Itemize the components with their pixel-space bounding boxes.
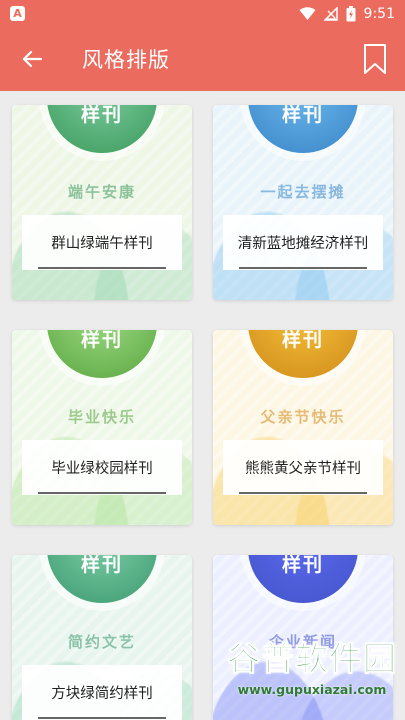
back-button[interactable] [0, 27, 64, 91]
card-subtitle: 端午安康 [67, 183, 136, 201]
template-card[interactable]: 样刊 父亲节快乐 熊熊黄父亲节样刊 [213, 330, 393, 525]
template-grid: 样刊 端午安康 群山绿端午样刊 样刊 一起去摆摊 清新蓝地摊经济样刊 样刊 毕业… [0, 91, 405, 720]
template-card[interactable]: 样刊 毕业快乐 毕业绿校园样刊 [12, 330, 192, 525]
wifi-icon [299, 6, 316, 20]
template-name: 清新蓝地摊经济样刊 [223, 215, 383, 270]
template-name: 毕业绿校园样刊 [22, 440, 182, 495]
status-bar: A 9:51 [0, 0, 405, 27]
template-card[interactable]: 样刊 简约文艺 方块绿简约样刊 [12, 555, 192, 720]
status-time: 9:51 [363, 5, 395, 22]
card-subtitle: 一起去摆摊 [260, 183, 346, 201]
page-title: 风格排版 [82, 48, 170, 72]
divider-line [239, 267, 367, 269]
template-name: 方块绿简约样刊 [22, 665, 182, 720]
bookmark-button[interactable] [345, 27, 405, 91]
card-subtitle: 毕业快乐 [67, 408, 136, 426]
template-name: 熊熊黄父亲节样刊 [223, 440, 383, 495]
card-subtitle: 简约文艺 [67, 633, 136, 651]
template-card[interactable]: 样刊 企业新闻 [213, 555, 393, 720]
signal-icon [323, 6, 338, 21]
app-bar: 风格排版 [0, 27, 405, 91]
bookmark-icon [364, 44, 386, 74]
divider-line [239, 492, 367, 494]
divider-line [38, 267, 166, 269]
card-subtitle: 企业新闻 [268, 633, 337, 651]
battery-icon [346, 5, 356, 21]
back-arrow-icon [22, 50, 42, 68]
template-card[interactable]: 样刊 端午安康 群山绿端午样刊 [12, 105, 192, 300]
app-notification-icon: A [10, 6, 25, 21]
template-card[interactable]: 样刊 一起去摆摊 清新蓝地摊经济样刊 [213, 105, 393, 300]
divider-line [38, 717, 166, 719]
card-subtitle: 父亲节快乐 [260, 408, 346, 426]
template-name: 群山绿端午样刊 [22, 215, 182, 270]
divider-line [38, 492, 166, 494]
